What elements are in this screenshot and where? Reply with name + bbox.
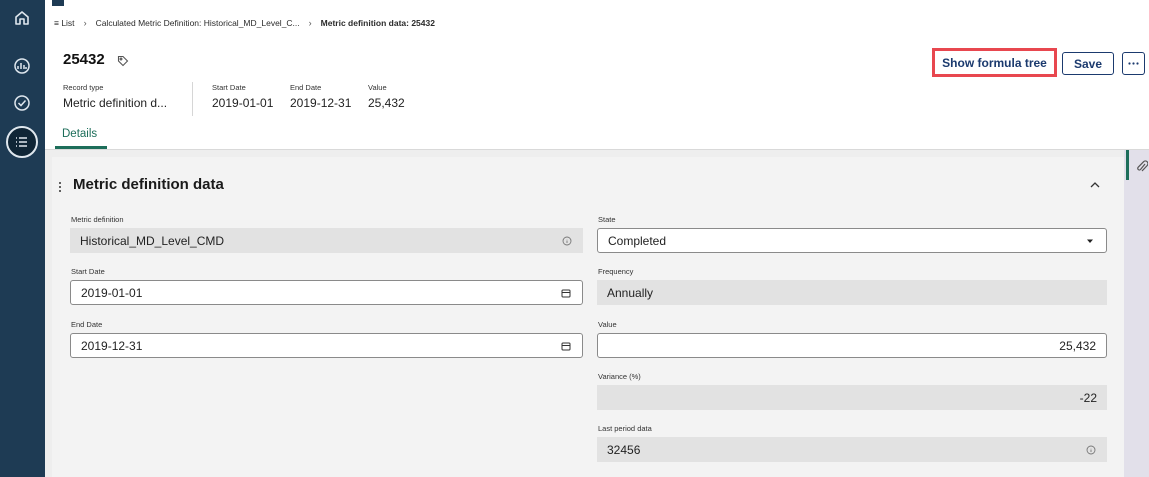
- start-date-input[interactable]: 2019-01-01: [70, 280, 583, 305]
- caret-down-icon: [1087, 239, 1093, 243]
- record-header: 25432 Record type Metric definition d...…: [45, 38, 1149, 150]
- last-period-data-field[interactable]: 32456: [597, 437, 1107, 462]
- frequency-value: Annually: [607, 285, 654, 300]
- breadcrumb-current: Metric definition data: 25432: [320, 18, 435, 28]
- variance-value: -22: [1079, 390, 1097, 405]
- chevron-right-icon: ›: [308, 18, 312, 28]
- frequency-field[interactable]: Annually: [597, 280, 1107, 305]
- state-value: Completed: [608, 233, 667, 248]
- start-date-label: Start Date: [212, 83, 246, 92]
- start-date-value: 2019-01-01: [212, 96, 274, 110]
- home-icon[interactable]: [10, 6, 34, 30]
- metric-definition-field[interactable]: Historical_MD_Level_CMD: [70, 228, 583, 253]
- end-date-label: End Date: [71, 320, 103, 329]
- variance-field[interactable]: -22: [597, 385, 1107, 410]
- chevron-up-icon[interactable]: [1088, 180, 1102, 190]
- frequency-label: Frequency: [598, 267, 634, 276]
- end-date-label: End Date: [290, 83, 322, 92]
- top-strip: [45, 0, 1149, 8]
- value-label: Value: [598, 320, 617, 329]
- list-icon[interactable]: [6, 126, 38, 158]
- info-icon[interactable]: [1086, 445, 1096, 455]
- state-label: State: [598, 215, 616, 224]
- record-type-label: Record type: [63, 83, 104, 92]
- tag-icon[interactable]: [117, 55, 129, 67]
- start-date-label: Start Date: [71, 267, 105, 276]
- divider: [192, 82, 193, 116]
- drag-handle-icon[interactable]: [58, 180, 62, 194]
- nav-rail: [0, 0, 45, 477]
- show-formula-tree-button[interactable]: Show formula tree: [932, 48, 1057, 77]
- paperclip-icon[interactable]: [1136, 160, 1148, 174]
- page-title: 25432: [63, 51, 105, 68]
- right-panel-indicator: [1126, 150, 1129, 180]
- ellipsis-icon: [1128, 62, 1139, 65]
- record-type-value: Metric definition d...: [63, 96, 168, 110]
- state-select[interactable]: Completed: [597, 228, 1107, 253]
- calendar-icon[interactable]: [561, 288, 571, 298]
- value-label: Value: [368, 83, 387, 92]
- check-circle-icon[interactable]: [10, 91, 34, 115]
- dashboard-icon[interactable]: [10, 54, 34, 78]
- value-value: 25,432: [1059, 338, 1096, 353]
- right-panel: [1124, 150, 1149, 477]
- metric-definition-label: Metric definition: [71, 215, 124, 224]
- tab-details[interactable]: Details: [58, 128, 101, 140]
- section-card: [52, 157, 1124, 477]
- logo-fragment: [52, 0, 64, 6]
- more-actions-button[interactable]: [1122, 52, 1145, 75]
- end-date-value: 2019-12-31: [81, 338, 143, 353]
- save-button[interactable]: Save: [1062, 52, 1114, 75]
- chevron-right-icon: ›: [83, 18, 87, 28]
- calendar-icon[interactable]: [561, 341, 571, 351]
- breadcrumb-parent-link[interactable]: Calculated Metric Definition: Historical…: [96, 18, 300, 28]
- last-period-data-label: Last period data: [598, 424, 652, 433]
- end-date-value: 2019-12-31: [290, 96, 352, 110]
- info-icon[interactable]: [562, 236, 572, 246]
- last-period-data-value: 32456: [607, 442, 641, 457]
- section-title: Metric definition data: [73, 176, 224, 193]
- breadcrumb-list-link[interactable]: ≡ List: [54, 18, 75, 28]
- value-value: 25,432: [368, 96, 405, 110]
- end-date-input[interactable]: 2019-12-31: [70, 333, 583, 358]
- metric-definition-value: Historical_MD_Level_CMD: [80, 233, 225, 248]
- start-date-value: 2019-01-01: [81, 285, 143, 300]
- variance-label: Variance (%): [598, 372, 641, 381]
- value-input[interactable]: 25,432: [597, 333, 1107, 358]
- breadcrumb: ≡ List › Calculated Metric Definition: H…: [45, 8, 1149, 39]
